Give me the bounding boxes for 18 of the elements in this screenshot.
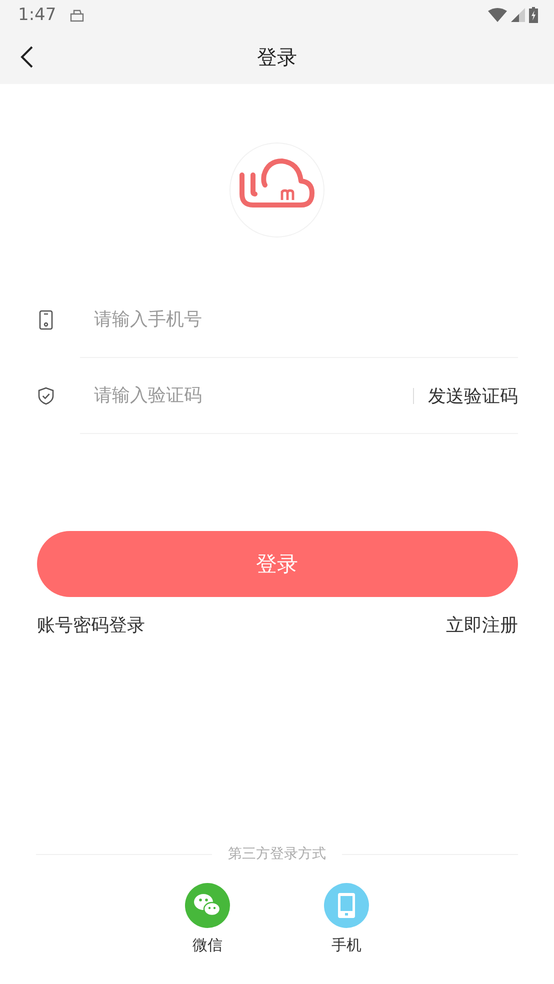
shield-check-icon xyxy=(38,387,54,405)
wifi-icon xyxy=(488,8,507,22)
page-title: 登录 xyxy=(257,44,297,70)
third-party-label: 第三方登录方式 xyxy=(228,845,326,863)
notification-icon xyxy=(70,8,84,22)
chat-bubbles-icon xyxy=(185,883,230,928)
phone-icon xyxy=(324,883,369,928)
phone-field[interactable]: 请输入手机号 xyxy=(80,309,518,330)
login-option[interactable]: 微信 xyxy=(185,883,230,955)
login-option[interactable]: 手机 xyxy=(324,883,369,955)
status-time: 1:47 xyxy=(18,5,56,25)
register-link[interactable]: 立即注册 xyxy=(446,613,518,637)
signal-icon xyxy=(511,8,525,22)
password-login-link[interactable]: 账号密码登录 xyxy=(37,613,145,637)
send-code-button[interactable]: 发送验证码 xyxy=(428,384,518,408)
battery-icon xyxy=(529,7,538,23)
phone-icon xyxy=(39,310,53,330)
code-field[interactable]: 请输入验证码 xyxy=(80,385,413,406)
